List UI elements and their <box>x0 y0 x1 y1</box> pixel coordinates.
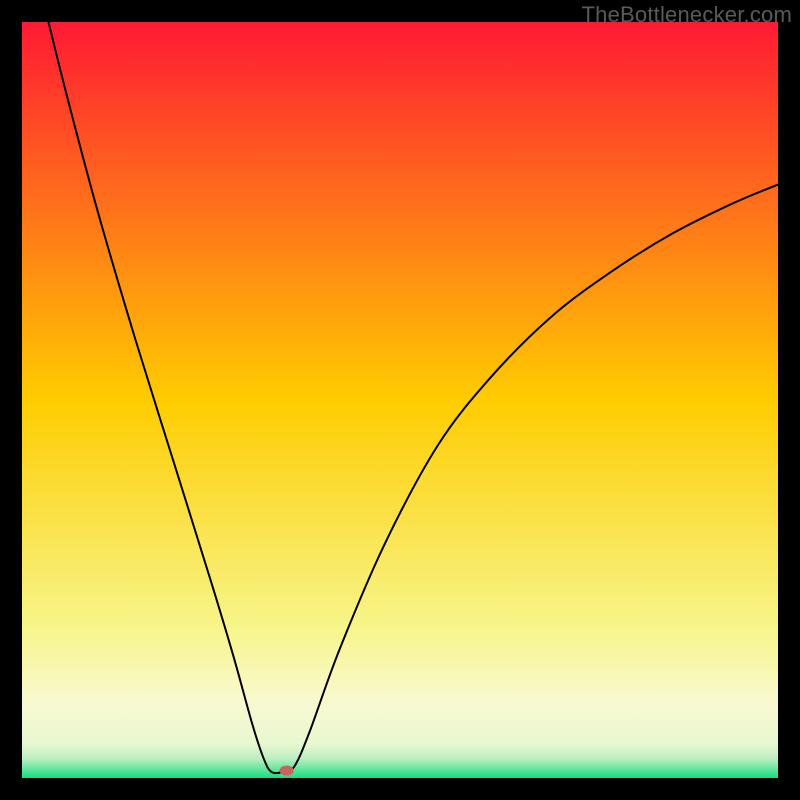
optimal-point-marker <box>280 765 294 775</box>
chart-svg <box>22 22 778 778</box>
chart-frame: TheBottlenecker.com <box>0 0 800 800</box>
gradient-background <box>22 22 778 778</box>
watermark-text: TheBottlenecker.com <box>582 2 792 28</box>
plot-area <box>22 22 778 778</box>
